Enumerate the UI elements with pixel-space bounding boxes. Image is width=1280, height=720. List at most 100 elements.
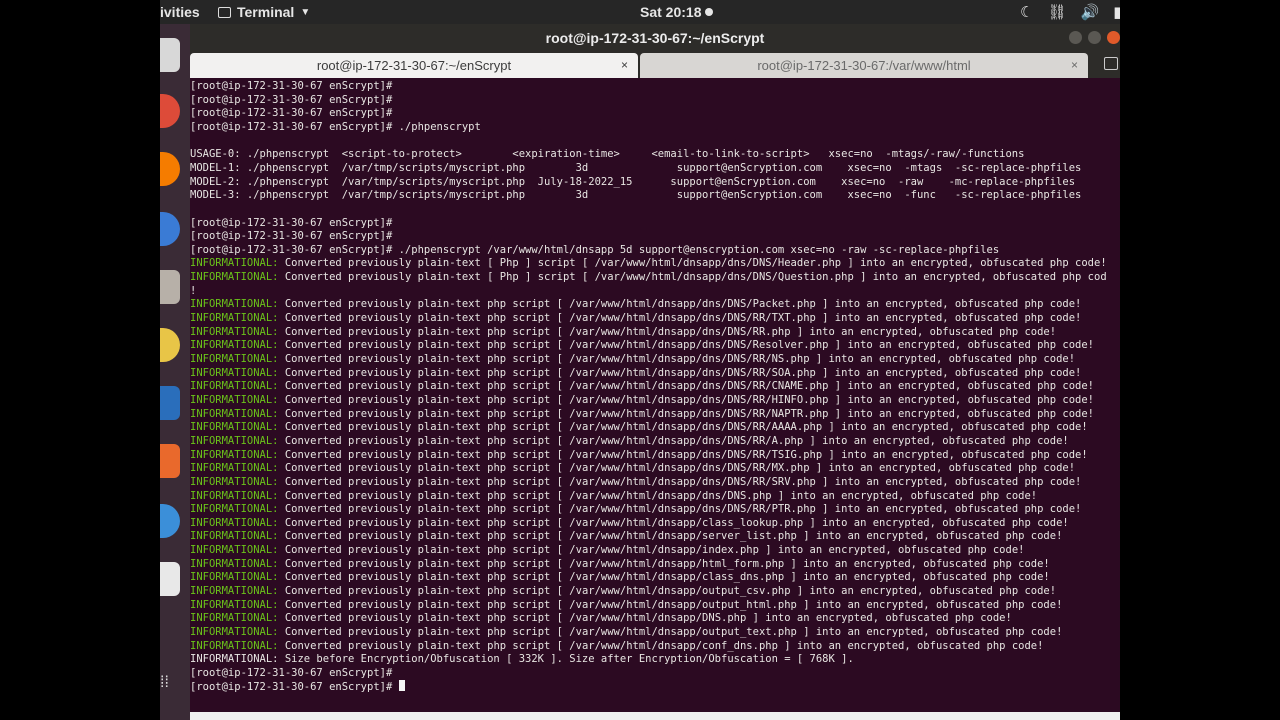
tab-label: root@ip-172-31-30-67:~/enScrypt bbox=[316, 58, 512, 73]
files-icon[interactable] bbox=[160, 270, 180, 304]
line-text: Converted previously plain-text php scri… bbox=[278, 598, 1063, 611]
activities-button[interactable]: ivities bbox=[160, 4, 200, 20]
info-tag: INFORMATIONAL: bbox=[190, 312, 279, 325]
terminal-line: INFORMATIONAL: Converted previously plai… bbox=[190, 448, 1088, 462]
terminal-line: INFORMATIONAL: Converted previously plai… bbox=[190, 352, 1075, 366]
line-text: Converted previously plain-text php scri… bbox=[278, 612, 1012, 625]
info-tag: INFORMATIONAL: bbox=[190, 407, 279, 420]
window-titlebar[interactable]: root@ip-172-31-30-67:~/enScrypt bbox=[190, 24, 1120, 52]
line-text: Converted previously plain-text php scri… bbox=[278, 421, 1088, 434]
line-text: Converted previously plain-text php scri… bbox=[278, 626, 1063, 638]
app-menu-label: Terminal bbox=[237, 4, 295, 20]
system-tray[interactable]: ☾ ⛓ 🔊 ▮ bbox=[1020, 3, 1120, 21]
close-icon[interactable] bbox=[1107, 31, 1120, 44]
info-tag: INFORMATIONAL: bbox=[190, 557, 279, 570]
terminal-line: INFORMATIONAL: Converted previously plai… bbox=[190, 461, 1075, 475]
clock[interactable]: Sat 20:18 bbox=[640, 4, 714, 20]
info-tag: INFORMATIONAL: bbox=[190, 530, 279, 543]
terminal-line: INFORMATIONAL: Converted previously plai… bbox=[190, 434, 1069, 448]
help-icon[interactable] bbox=[160, 504, 180, 538]
info-tag: INFORMATIONAL: bbox=[190, 585, 279, 598]
info-tag: INFORMATIONAL: bbox=[190, 544, 279, 557]
writer-icon[interactable] bbox=[160, 386, 180, 420]
rhythmbox-icon[interactable] bbox=[160, 328, 180, 362]
amazon-icon[interactable] bbox=[160, 562, 180, 596]
network-icon[interactable]: ⛓ bbox=[1047, 3, 1066, 21]
line-text: Converted previously plain-text php scri… bbox=[278, 407, 1094, 420]
top-panel: ivities Terminal ▼ Sat 20:18 ☾ ⛓ 🔊 ▮ bbox=[160, 0, 1120, 24]
terminal-icon bbox=[218, 6, 231, 18]
tab-label: root@ip-172-31-30-67:/var/www/html bbox=[757, 58, 971, 73]
terminal-output[interactable]: [root@ip-172-31-30-67 enScrypt]# [root@ip… bbox=[190, 78, 1120, 712]
battery-icon[interactable]: ▮ bbox=[1113, 3, 1120, 21]
info-tag: INFORMATIONAL: bbox=[190, 366, 279, 379]
line-text: [root@ip-172-31-30-67 enScrypt]# bbox=[190, 80, 393, 92]
window-bottom-edge bbox=[190, 712, 1120, 720]
line-text: MODEL-2: ./phpenscrypt /var/tmp/scripts/… bbox=[190, 175, 1076, 188]
terminal-line: INFORMATIONAL: Converted previously plai… bbox=[190, 502, 1081, 516]
info-tag: INFORMATIONAL: bbox=[190, 462, 279, 475]
info-tag: INFORMATIONAL: bbox=[190, 448, 279, 461]
line-text: Converted previously plain-text php scri… bbox=[278, 298, 1082, 311]
terminal-line: INFORMATIONAL: Converted previously plai… bbox=[190, 625, 1062, 639]
firefox-icon[interactable] bbox=[160, 152, 180, 186]
terminal-line: INFORMATIONAL: Converted previously plai… bbox=[190, 407, 1094, 421]
line-text: Converted previously plain-text php scri… bbox=[278, 380, 1094, 393]
terminal-line: INFORMATIONAL: Converted previously plai… bbox=[190, 270, 1107, 284]
terminal-line: ! bbox=[190, 284, 196, 298]
line-text: Converted previously plain-text php scri… bbox=[278, 448, 1088, 461]
clock-label: Sat 20:18 bbox=[640, 4, 702, 20]
thunderbird-icon[interactable] bbox=[160, 212, 180, 246]
line-text: Converted previously plain-text php scri… bbox=[278, 516, 1069, 529]
line-text: [root@ip-172-31-30-67 enScrypt]# bbox=[190, 107, 393, 120]
info-tag: INFORMATIONAL: bbox=[190, 421, 279, 434]
terminal-line: [root@ip-172-31-30-67 enScrypt]# bbox=[190, 679, 405, 694]
line-text: Converted previously plain-text php scri… bbox=[278, 325, 1057, 338]
line-text: Converted previously plain-text php scri… bbox=[278, 503, 1082, 516]
software-icon[interactable] bbox=[160, 444, 180, 478]
moon-icon[interactable]: ☾ bbox=[1020, 3, 1033, 21]
line-text: MODEL-1: ./phpenscrypt /var/tmp/scripts/… bbox=[190, 161, 1082, 174]
line-text: Converted previously plain-text php scri… bbox=[278, 585, 1057, 598]
info-tag: INFORMATIONAL: bbox=[190, 639, 279, 652]
terminal-line: INFORMATIONAL: Size before Encryption/Ob… bbox=[190, 652, 854, 666]
volume-icon[interactable]: 🔊 bbox=[1081, 3, 1100, 21]
maximize-icon[interactable] bbox=[1088, 31, 1101, 44]
line-text: ! bbox=[190, 284, 197, 297]
chrome-icon[interactable] bbox=[160, 94, 180, 128]
line-text: [root@ip-172-31-30-67 enScrypt]# bbox=[190, 230, 393, 243]
info-tag: INFORMATIONAL: bbox=[190, 434, 279, 447]
tab-var-www-html[interactable]: root@ip-172-31-30-67:/var/www/html × bbox=[640, 53, 1088, 78]
minimize-icon[interactable] bbox=[1069, 31, 1082, 44]
line-text: [root@ip-172-31-30-67 enScrypt]# ./phpen… bbox=[190, 120, 481, 133]
info-tag: INFORMATIONAL: bbox=[190, 475, 279, 488]
info-tag: INFORMATIONAL: bbox=[190, 612, 279, 625]
window-controls bbox=[1069, 31, 1120, 44]
line-text: Converted previously plain-text php scri… bbox=[278, 393, 1094, 406]
terminal-line: INFORMATIONAL: Converted previously plai… bbox=[190, 420, 1088, 434]
tab-menu-icon[interactable] bbox=[1104, 57, 1118, 70]
terminal-line: INFORMATIONAL: Converted previously plai… bbox=[190, 325, 1056, 339]
terminal-line: [root@ip-172-31-30-67 enScrypt]# bbox=[190, 666, 392, 680]
info-tag: INFORMATIONAL: bbox=[190, 626, 279, 638]
terminal-line: INFORMATIONAL: Converted previously plai… bbox=[190, 584, 1056, 598]
line-text: [root@ip-172-31-30-67 enScrypt]# bbox=[190, 93, 393, 106]
close-tab-icon[interactable]: × bbox=[621, 58, 628, 72]
line-text: USAGE-0: ./phpenscrypt <script-to-protec… bbox=[190, 148, 1025, 161]
line-text: Converted previously plain-text php scri… bbox=[278, 571, 1050, 584]
tab-bar: root@ip-172-31-30-67:~/enScrypt × root@i… bbox=[190, 52, 1120, 78]
line-text: Converted previously plain-text php scri… bbox=[278, 639, 1044, 652]
line-text: Converted previously plain-text php scri… bbox=[278, 462, 1076, 475]
terminal-line: INFORMATIONAL: Converted previously plai… bbox=[190, 475, 1081, 489]
terminal-line: INFORMATIONAL: Converted previously plai… bbox=[190, 598, 1062, 612]
terminal-line: INFORMATIONAL: Converted previously plai… bbox=[190, 338, 1094, 352]
info-tag: INFORMATIONAL: bbox=[190, 380, 279, 393]
app-menu[interactable]: Terminal ▼ bbox=[218, 4, 310, 20]
show-apps-icon[interactable]: ⁞⁞ bbox=[160, 674, 180, 698]
tab-enscrypt[interactable]: root@ip-172-31-30-67:~/enScrypt × bbox=[190, 53, 638, 78]
notification-dot-icon bbox=[705, 8, 714, 16]
app-icon[interactable] bbox=[160, 38, 180, 72]
close-tab-icon[interactable]: × bbox=[1071, 58, 1078, 72]
info-tag: INFORMATIONAL: bbox=[190, 257, 279, 270]
terminal-line: [root@ip-172-31-30-67 enScrypt]# ./phpen… bbox=[190, 120, 481, 134]
